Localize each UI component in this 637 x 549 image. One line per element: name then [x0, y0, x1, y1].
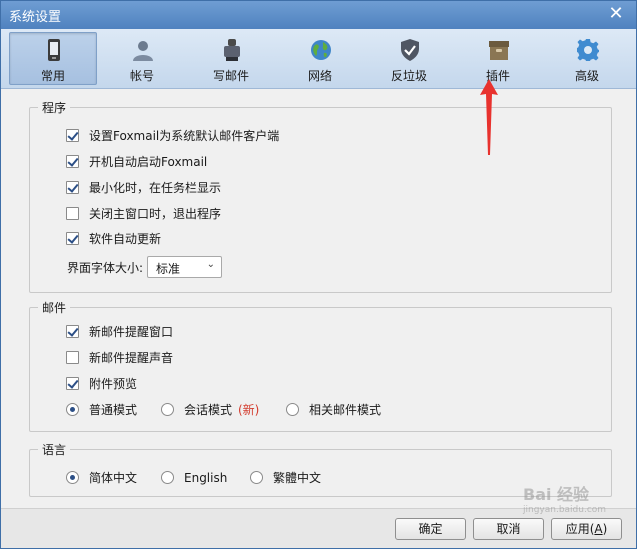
- tab-network-label: 网络: [307, 69, 332, 83]
- radio-lang-simplified[interactable]: [66, 471, 79, 484]
- watermark-sub: jingyan.baidu.com: [523, 505, 607, 515]
- label-lang-english: English: [184, 471, 228, 485]
- label-lang-traditional: 繁體中文: [273, 471, 322, 485]
- label-minimize-tray: 最小化时，在任务栏显示: [89, 181, 222, 195]
- compose-icon: [224, 39, 240, 61]
- ok-button[interactable]: 确定: [395, 518, 466, 540]
- apply-button[interactable]: 应用(A): [551, 518, 622, 540]
- watermark-main: Bai 经验: [523, 485, 590, 504]
- tab-account[interactable]: 帐号: [98, 32, 186, 85]
- font-size-label: 界面字体大小:: [67, 261, 144, 275]
- watermark: Bai 经验 jingyan.baidu.com: [523, 481, 606, 515]
- radio-lang-traditional[interactable]: [250, 471, 263, 484]
- user-icon: [133, 41, 153, 61]
- tab-advanced-label: 高级: [574, 69, 599, 83]
- apply-label: 应用(: [565, 522, 595, 536]
- label-attachment-preview: 附件预览: [89, 377, 138, 391]
- group-language-title: 语言: [38, 441, 71, 458]
- font-size-value: 标准: [156, 262, 181, 276]
- gear-icon: [577, 39, 599, 61]
- radio-mode-normal[interactable]: [66, 403, 79, 416]
- globe-icon: [311, 40, 331, 60]
- tab-plugins[interactable]: 插件: [454, 32, 542, 85]
- checkbox-auto-update[interactable]: [66, 232, 79, 245]
- checkbox-attachment-preview[interactable]: [66, 377, 79, 390]
- settings-toolbar: 常用 帐号 写邮件 网络 反垃圾 插件 高级: [1, 29, 636, 89]
- tab-network[interactable]: 网络: [276, 32, 364, 85]
- settings-window: 系统设置 ✕ 常用 帐号 写邮件 网络 反垃圾 插件 高级 程序 设置Foxma…: [0, 0, 637, 549]
- tab-advanced[interactable]: 高级: [543, 32, 631, 85]
- group-mail-title: 邮件: [38, 299, 71, 316]
- group-program-title: 程序: [38, 99, 71, 116]
- close-icon[interactable]: ✕: [606, 4, 626, 24]
- label-mode-conversation: 会话模式: [184, 403, 233, 417]
- tab-compose-label: 写邮件: [212, 69, 249, 83]
- label-new-mail-popup: 新邮件提醒窗口: [89, 325, 174, 339]
- tab-compose[interactable]: 写邮件: [187, 32, 275, 85]
- label-mode-normal: 普通模式: [89, 403, 138, 417]
- tab-account-label: 帐号: [129, 69, 154, 83]
- shield-icon: [401, 39, 419, 61]
- label-auto-update: 软件自动更新: [89, 232, 162, 246]
- tab-antispam[interactable]: 反垃圾: [365, 32, 453, 85]
- box-icon: [489, 41, 509, 60]
- window-title: 系统设置: [9, 10, 62, 25]
- checkbox-new-mail-popup[interactable]: [66, 325, 79, 338]
- title-bar: 系统设置 ✕: [1, 1, 636, 29]
- apply-label-end: ): [602, 522, 608, 536]
- phone-icon: [48, 39, 60, 61]
- checkbox-set-default[interactable]: [66, 129, 79, 142]
- chevron-down-icon: ⌄: [206, 259, 215, 270]
- radio-mode-related[interactable]: [286, 403, 299, 416]
- radio-mode-conversation[interactable]: [161, 403, 174, 416]
- radio-lang-english[interactable]: [161, 471, 174, 484]
- font-size-select[interactable]: 标准 ⌄: [147, 256, 222, 278]
- label-lang-simplified: 简体中文: [89, 471, 138, 485]
- tab-general-label: 常用: [40, 69, 65, 83]
- tab-general[interactable]: 常用: [9, 32, 97, 85]
- label-set-default: 设置Foxmail为系统默认邮件客户端: [89, 129, 280, 143]
- label-new-mail-sound: 新邮件提醒声音: [89, 351, 174, 365]
- label-close-exit: 关闭主窗口时，退出程序: [89, 207, 222, 221]
- label-mode-related: 相关邮件模式: [309, 403, 382, 417]
- apply-accesskey: A: [594, 522, 603, 536]
- checkbox-autostart[interactable]: [66, 155, 79, 168]
- checkbox-minimize-tray[interactable]: [66, 181, 79, 194]
- new-badge: (新): [238, 403, 260, 417]
- annotation-arrow-icon: [480, 79, 498, 155]
- cancel-button[interactable]: 取消: [473, 518, 544, 540]
- label-autostart: 开机自动启动Foxmail: [89, 155, 208, 169]
- checkbox-new-mail-sound[interactable]: [66, 351, 79, 364]
- checkbox-close-exit[interactable]: [66, 207, 79, 220]
- tab-antispam-label: 反垃圾: [390, 69, 427, 83]
